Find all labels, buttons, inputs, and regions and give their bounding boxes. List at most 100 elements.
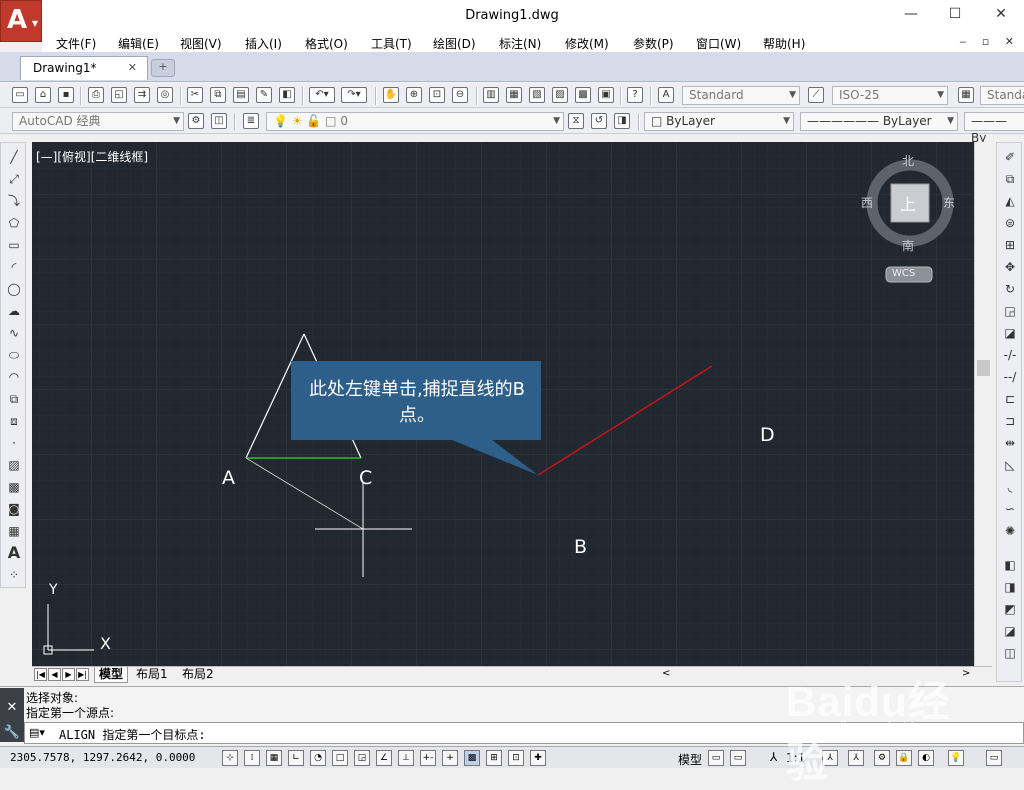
zoom-window-icon[interactable]: ⊡: [429, 87, 445, 103]
3d-dwf-icon[interactable]: ◎: [157, 87, 173, 103]
menu-modify[interactable]: 修改(M): [565, 35, 609, 52]
explode-icon[interactable]: ✺: [1002, 523, 1018, 539]
menu-help[interactable]: 帮助(H): [763, 35, 805, 52]
menu-format[interactable]: 格式(O): [305, 35, 348, 52]
tab-layout2[interactable]: 布局2: [178, 667, 218, 682]
send-under-icon[interactable]: ◫: [1002, 645, 1018, 661]
document-window-controls[interactable]: ‒ ▫ ✕: [959, 35, 1020, 48]
selection-cycling-icon[interactable]: ⊡: [508, 750, 524, 766]
annotation-scale-icon[interactable]: ⅄: [770, 750, 777, 764]
object-snap-tracking-icon[interactable]: ∠: [376, 750, 392, 766]
drawing-canvas[interactable]: [—][俯视][二维线框] A C B D 此处左键单击,捕捉直线的B点。 北 …: [32, 142, 974, 666]
insert-block-icon[interactable]: ⧉: [6, 391, 22, 407]
maximize-button[interactable]: ☐: [940, 6, 970, 26]
dimension-style-select[interactable]: ISO-25 ▼: [832, 86, 948, 105]
markup-icon[interactable]: ▩: [575, 87, 591, 103]
grid-display-icon[interactable]: ▦: [266, 750, 282, 766]
object-snap-icon[interactable]: □: [332, 750, 348, 766]
next-layout-icon[interactable]: ▶: [62, 668, 75, 681]
match-properties-icon[interactable]: ✎: [256, 87, 272, 103]
coordinate-readout[interactable]: 2305.7578, 1297.2642, 0.0000: [10, 751, 195, 764]
multiline-text-icon[interactable]: A: [6, 545, 22, 561]
lineweight-icon[interactable]: +: [442, 750, 458, 766]
layer-select[interactable]: 💡 ☀ 🔓 □ 0 ▼: [266, 112, 564, 131]
new-file-icon[interactable]: ▭: [12, 87, 28, 103]
menu-edit[interactable]: 编辑(E): [118, 35, 159, 52]
rotate-icon[interactable]: ↻: [1002, 281, 1018, 297]
arc-icon[interactable]: ◜: [6, 259, 22, 275]
tab-drawing1[interactable]: Drawing1* ✕: [20, 56, 148, 80]
polar-tracking-icon[interactable]: ◔: [310, 750, 326, 766]
dynamic-input-icon[interactable]: +-: [420, 750, 436, 766]
scroll-left-icon[interactable]: <: [662, 668, 670, 679]
copy-icon[interactable]: ⧉: [210, 87, 226, 103]
menu-dimension[interactable]: 标注(N): [499, 35, 541, 52]
make-block-icon[interactable]: ⧈: [6, 413, 22, 429]
wcs-label[interactable]: WCS: [892, 268, 915, 279]
scroll-thumb[interactable]: [977, 360, 990, 376]
vertical-scrollbar[interactable]: [974, 142, 992, 666]
linetype-select[interactable]: —————— ByLayer ▼: [800, 112, 958, 131]
open-folder-icon[interactable]: ⌂: [35, 87, 51, 103]
workspace-select[interactable]: AutoCAD 经典 ▼: [12, 112, 184, 131]
zoom-realtime-icon[interactable]: ⊕: [406, 87, 422, 103]
new-tab-button[interactable]: +: [151, 59, 175, 77]
erase-icon[interactable]: ✐: [1002, 149, 1018, 165]
menu-view[interactable]: 视图(V): [180, 35, 222, 52]
quick-view-drawings-icon[interactable]: ▭: [730, 750, 746, 766]
publish-icon[interactable]: ⇉: [134, 87, 150, 103]
layer-states-icon[interactable]: ◨: [614, 113, 630, 129]
bring-above-icon[interactable]: ◪: [1002, 623, 1018, 639]
close-icon[interactable]: ✕: [128, 61, 137, 74]
move-icon[interactable]: ✥: [1002, 259, 1018, 275]
paste-icon[interactable]: ▤: [233, 87, 249, 103]
clean-screen-icon[interactable]: ▭: [986, 750, 1002, 766]
compass-north[interactable]: 北: [902, 152, 914, 169]
make-current-layer-icon[interactable]: ⧖: [568, 113, 584, 129]
send-to-back-icon[interactable]: ◩: [1002, 601, 1018, 617]
infer-constraints-icon[interactable]: ⊹: [222, 750, 238, 766]
menu-tools[interactable]: 工具(T): [371, 35, 412, 52]
viewcube-face-label[interactable]: 上: [900, 191, 916, 215]
pan-icon[interactable]: ✋: [383, 87, 399, 103]
application-menu-button[interactable]: A ▼: [0, 0, 42, 42]
workspace-lock-icon[interactable]: ◫: [211, 113, 227, 129]
lineweight-select[interactable]: ——— By: [964, 112, 1024, 145]
properties-icon[interactable]: ▥: [483, 87, 499, 103]
line-icon[interactable]: ╱: [6, 149, 22, 165]
join-icon[interactable]: ⇹: [1002, 435, 1018, 451]
block-editor-icon[interactable]: ◧: [279, 87, 295, 103]
recent-commands-icon[interactable]: ▤▾: [29, 726, 45, 739]
stretch-icon[interactable]: ◪: [1002, 325, 1018, 341]
workspace-settings-icon[interactable]: ⚙: [188, 113, 204, 129]
cut-icon[interactable]: ✂: [187, 87, 203, 103]
menu-parameter[interactable]: 参数(P): [633, 35, 674, 52]
table-style-icon[interactable]: ▦: [958, 87, 974, 103]
help-icon[interactable]: ?: [627, 87, 643, 103]
color-select[interactable]: □ ByLayer ▼: [644, 112, 794, 131]
copy-object-icon[interactable]: ⧉: [1002, 171, 1018, 187]
bring-to-front-icon[interactable]: ◨: [1002, 579, 1018, 595]
polygon-icon[interactable]: ⬠: [6, 215, 22, 231]
dimension-style-icon[interactable]: ⟋: [808, 87, 824, 103]
save-icon[interactable]: ▪: [58, 87, 74, 103]
layer-previous-icon[interactable]: ↺: [591, 113, 607, 129]
circle-icon[interactable]: ◯: [6, 281, 22, 297]
compass-west[interactable]: 西: [861, 194, 873, 211]
text-style-select[interactable]: Standard ▼: [682, 86, 800, 105]
close-icon[interactable]: ✕: [0, 700, 24, 715]
sheet-set-icon[interactable]: ▨: [552, 87, 568, 103]
viewport-controls-label[interactable]: [—][俯视][二维线框]: [36, 148, 148, 165]
scale-icon[interactable]: ◲: [1002, 303, 1018, 319]
design-center-icon[interactable]: ▦: [506, 87, 522, 103]
fillet-icon[interactable]: ◟: [1002, 479, 1018, 495]
menu-insert[interactable]: 插入(I): [245, 35, 282, 52]
annotation-monitor-icon[interactable]: ✚: [530, 750, 546, 766]
extend-icon[interactable]: --/: [1002, 369, 1018, 385]
print-preview-icon[interactable]: ◱: [111, 87, 127, 103]
zoom-previous-icon[interactable]: ⊖: [452, 87, 468, 103]
model-space-toggle[interactable]: 模型: [678, 751, 702, 768]
undo-icon[interactable]: ↶▾: [309, 87, 335, 103]
construction-line-icon[interactable]: ⤢: [6, 171, 22, 187]
dynamic-ucs-icon[interactable]: ⟂: [398, 750, 414, 766]
